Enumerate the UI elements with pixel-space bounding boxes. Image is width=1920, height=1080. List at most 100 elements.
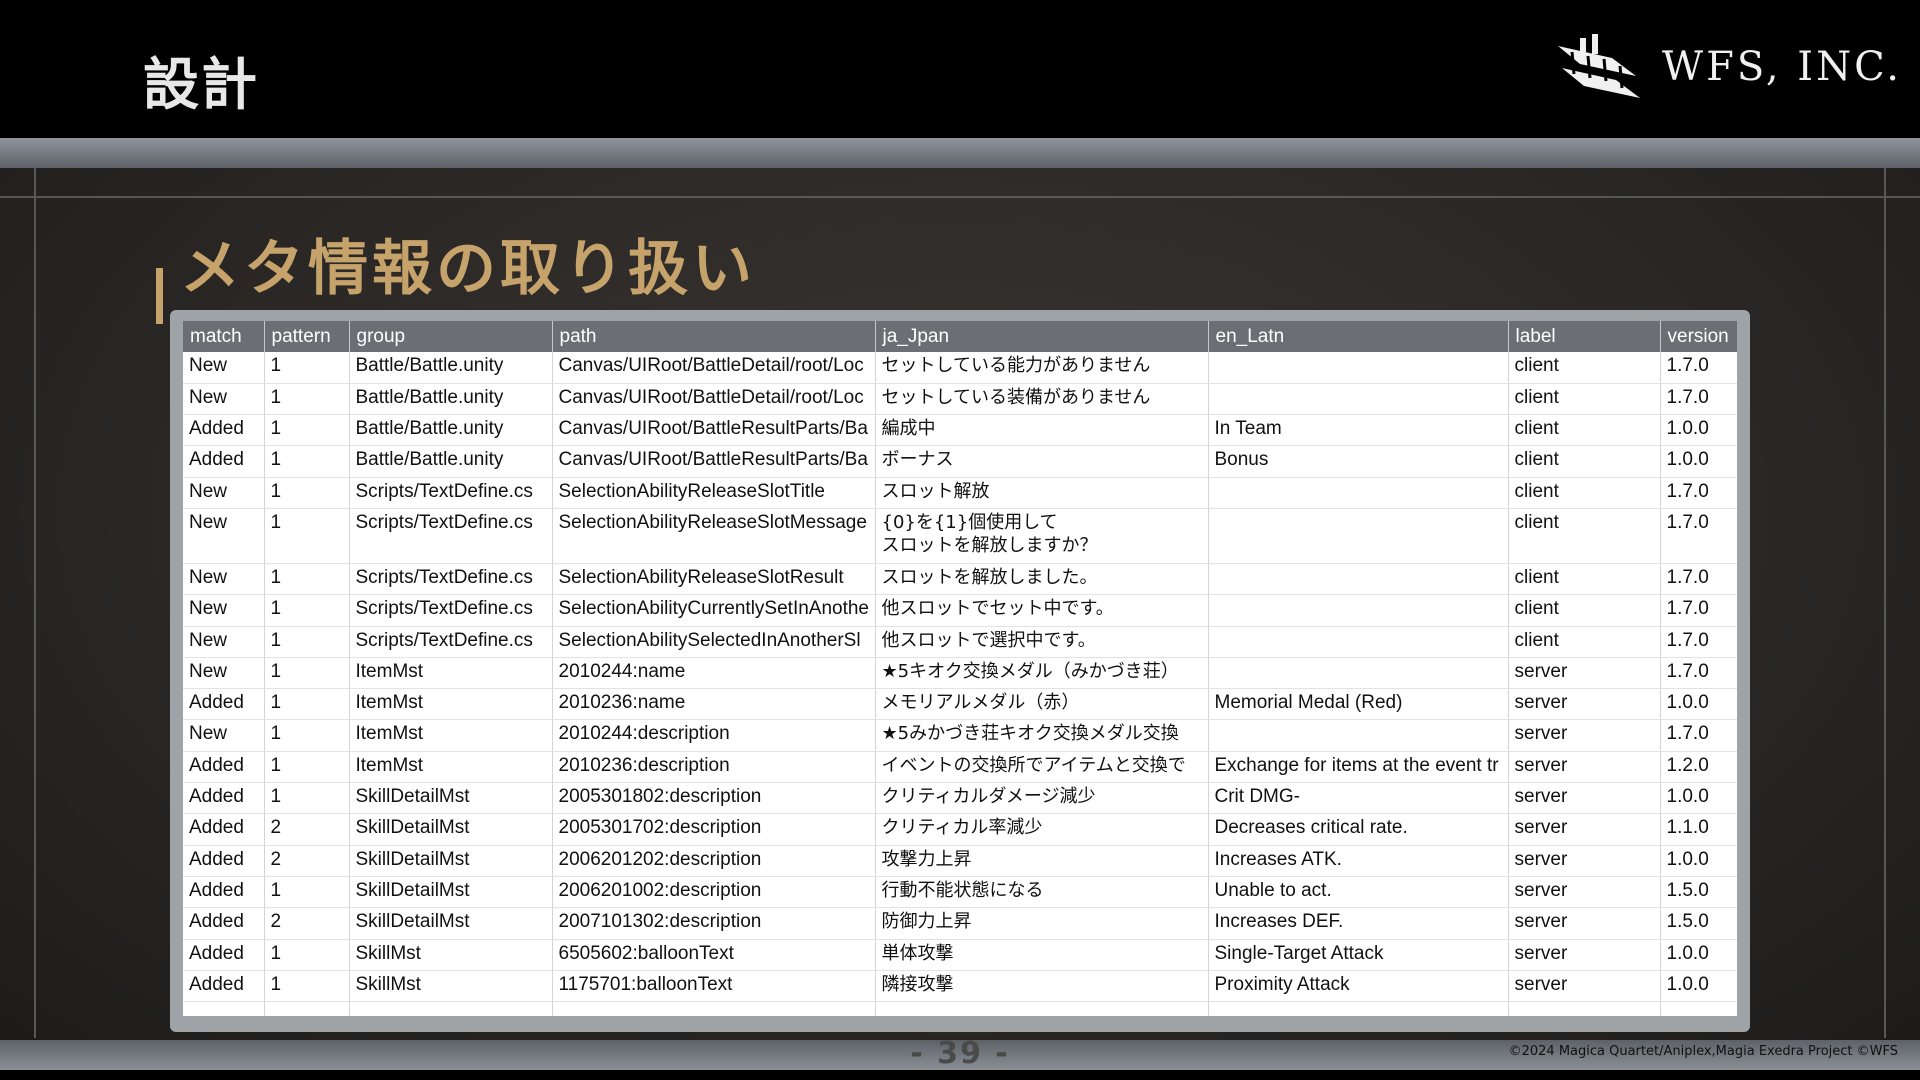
table-cell-path: Canvas/UIRoot/BattleDetail/root/Loc [552, 352, 876, 384]
table-cell-version: 1.0.0 [1660, 414, 1737, 447]
table-cell-match: New [183, 626, 265, 658]
table-cell-en-latn [1208, 719, 1509, 752]
table-cell-pattern: 2 [264, 845, 350, 877]
ornament-left-border [34, 168, 36, 1038]
table-cell-group: Scripts/TextDefine.cs [349, 477, 553, 509]
table-cell-match: Added [183, 876, 265, 909]
table-cell-ja-jpan: セットしている能力がありません [875, 352, 1209, 384]
table-cell-label: server [1508, 719, 1661, 752]
table-cell-ja-jpan: 他スロットでセット中です。 [875, 594, 1209, 627]
table-cell-path: 6505602:balloonText [552, 939, 876, 971]
table-cell-en-latn: In Team [1208, 414, 1509, 447]
table-cell-match: New [183, 477, 265, 509]
table-cell-pattern: 1 [264, 352, 350, 384]
table-row: New 1 Battle/Battle.unity Canvas/UIRoot/Bat… [183, 352, 1737, 384]
table-cell-empty [349, 1001, 553, 1016]
table-cell-pattern: 1 [264, 751, 350, 784]
table-body: New 1 Battle/Battle.unity Canvas/UIRoot/Bat… [183, 352, 1737, 1016]
table-cell-group: SkillMst [349, 970, 553, 1003]
table-cell-ja-jpan: イベントの交換所でアイテムと交換で [875, 751, 1209, 784]
table-cell-path: 2010244:name [552, 657, 876, 690]
table-row: New 1 ItemMst 2010244:name ★5キオク交換メダル（みかづき荘）… [183, 657, 1737, 690]
table-row: Added 2 SkillDetailMst 2007101302:descripti… [183, 907, 1737, 940]
table-cell-match: New [183, 352, 265, 384]
table-row: New 1 Scripts/TextDefine.cs SelectionAbilit… [183, 594, 1737, 627]
table-cell-ja-jpan: 攻撃力上昇 [875, 845, 1209, 877]
table-cell-group: SkillDetailMst [349, 782, 553, 815]
table-cell-match: Added [183, 939, 265, 971]
table-row: Added 1 SkillMst 6505602:balloonText 単体攻撃 Sin… [183, 939, 1737, 971]
table-cell-path: 2005301802:description [552, 782, 876, 815]
table-cell-path: SelectionAbilityReleaseSlotResult [552, 563, 876, 596]
table-cell-version: 1.7.0 [1660, 477, 1737, 509]
table-cell-empty [264, 1001, 350, 1016]
biplane-icon [1558, 34, 1640, 98]
column-header-match: match [183, 321, 265, 352]
table-row: Added 1 SkillMst 1175701:balloonText 隣接攻撃 Pro… [183, 970, 1737, 1003]
table-cell-group: Scripts/TextDefine.cs [349, 563, 553, 596]
table-cell-path: 2006201002:description [552, 876, 876, 909]
table-cell-match: New [183, 508, 265, 564]
table-cell-version: 1.7.0 [1660, 719, 1737, 752]
table-cell-ja-jpan: 他スロットで選択中です。 [875, 626, 1209, 658]
table-cell-version: 1.0.0 [1660, 782, 1737, 815]
table-cell-label: client [1508, 414, 1661, 447]
table-cell-pattern: 1 [264, 383, 350, 416]
table-cell-pattern: 1 [264, 719, 350, 752]
table-cell-en-latn: Bonus [1208, 445, 1509, 478]
table-cell-match: Added [183, 907, 265, 940]
slide: メタ情報の取り扱い match pattern group path ja_Jpan en… [0, 138, 1920, 1070]
table-cell-group: SkillDetailMst [349, 876, 553, 909]
table-cell-ja-jpan: ★5みかづき荘キオク交換メダル交換 [875, 719, 1209, 752]
table-cell-path: Canvas/UIRoot/BattleResultParts/Ba [552, 445, 876, 478]
table-cell-ja-jpan: ボーナス [875, 445, 1209, 478]
table-cell-version: 1.7.0 [1660, 626, 1737, 658]
meta-info-table: match pattern group path ja_Jpan en_Latn label… [183, 321, 1737, 1016]
table-cell-label: server [1508, 907, 1661, 940]
table-cell-en-latn: Unable to act. [1208, 876, 1509, 909]
table-cell-path: 1175701:balloonText [552, 970, 876, 1003]
table-cell-version: 1.7.0 [1660, 508, 1737, 564]
table-cell-en-latn [1208, 563, 1509, 596]
table-row: Added 1 SkillDetailMst 2006201002:descripti… [183, 876, 1737, 909]
table-cell-group: SkillDetailMst [349, 907, 553, 940]
table-cell-ja-jpan: スロットを解放しました。 [875, 563, 1209, 596]
table-cell-pattern: 1 [264, 688, 350, 721]
table-row: Added 2 SkillDetailMst 2005301702:descripti… [183, 813, 1737, 846]
table-cell-match: Added [183, 845, 265, 877]
column-header-pattern: pattern [264, 321, 350, 352]
table-cell-pattern: 1 [264, 563, 350, 596]
table-cell-ja-jpan: クリティカルダメージ減少 [875, 782, 1209, 815]
column-header-ja-jpan: ja_Jpan [875, 321, 1209, 352]
title-accent-bar [156, 268, 163, 324]
table-cell-en-latn: Increases DEF. [1208, 907, 1509, 940]
column-header-group: group [349, 321, 553, 352]
table-cell-label: client [1508, 445, 1661, 478]
table-cell-pattern: 1 [264, 508, 350, 564]
table-cell-version: 1.7.0 [1660, 352, 1737, 384]
table-cell-label: client [1508, 508, 1661, 564]
table-cell-group: SkillMst [349, 939, 553, 971]
column-header-version: version [1660, 321, 1737, 352]
table-cell-match: Added [183, 751, 265, 784]
table-cell-match: Added [183, 445, 265, 478]
header-bar: 設計 WFS, INC. [0, 0, 1920, 138]
table-container: match pattern group path ja_Jpan en_Latn label… [183, 321, 1737, 1016]
table-cell-group: Scripts/TextDefine.cs [349, 594, 553, 627]
table-cell-match: New [183, 657, 265, 690]
table-cell-group: Scripts/TextDefine.cs [349, 626, 553, 658]
table-row: New 1 Battle/Battle.unity Canvas/UIRoot/Bat… [183, 383, 1737, 416]
table-cell-match: Added [183, 782, 265, 815]
table-cell-ja-jpan: 防御力上昇 [875, 907, 1209, 940]
table-cell-pattern: 1 [264, 445, 350, 478]
table-cell-path: Canvas/UIRoot/BattleResultParts/Ba [552, 414, 876, 447]
table-cell-path: 2005301702:description [552, 813, 876, 846]
table-cell-ja-jpan: メモリアルメダル（赤） [875, 688, 1209, 721]
ornament-top-border [0, 138, 1920, 168]
table-cell-group: ItemMst [349, 719, 553, 752]
table-cell-group: Battle/Battle.unity [349, 352, 553, 384]
table-cell-label: client [1508, 352, 1661, 384]
table-cell-path: 2006201202:description [552, 845, 876, 877]
column-header-label: label [1508, 321, 1661, 352]
header-title: 設計 [143, 53, 259, 118]
